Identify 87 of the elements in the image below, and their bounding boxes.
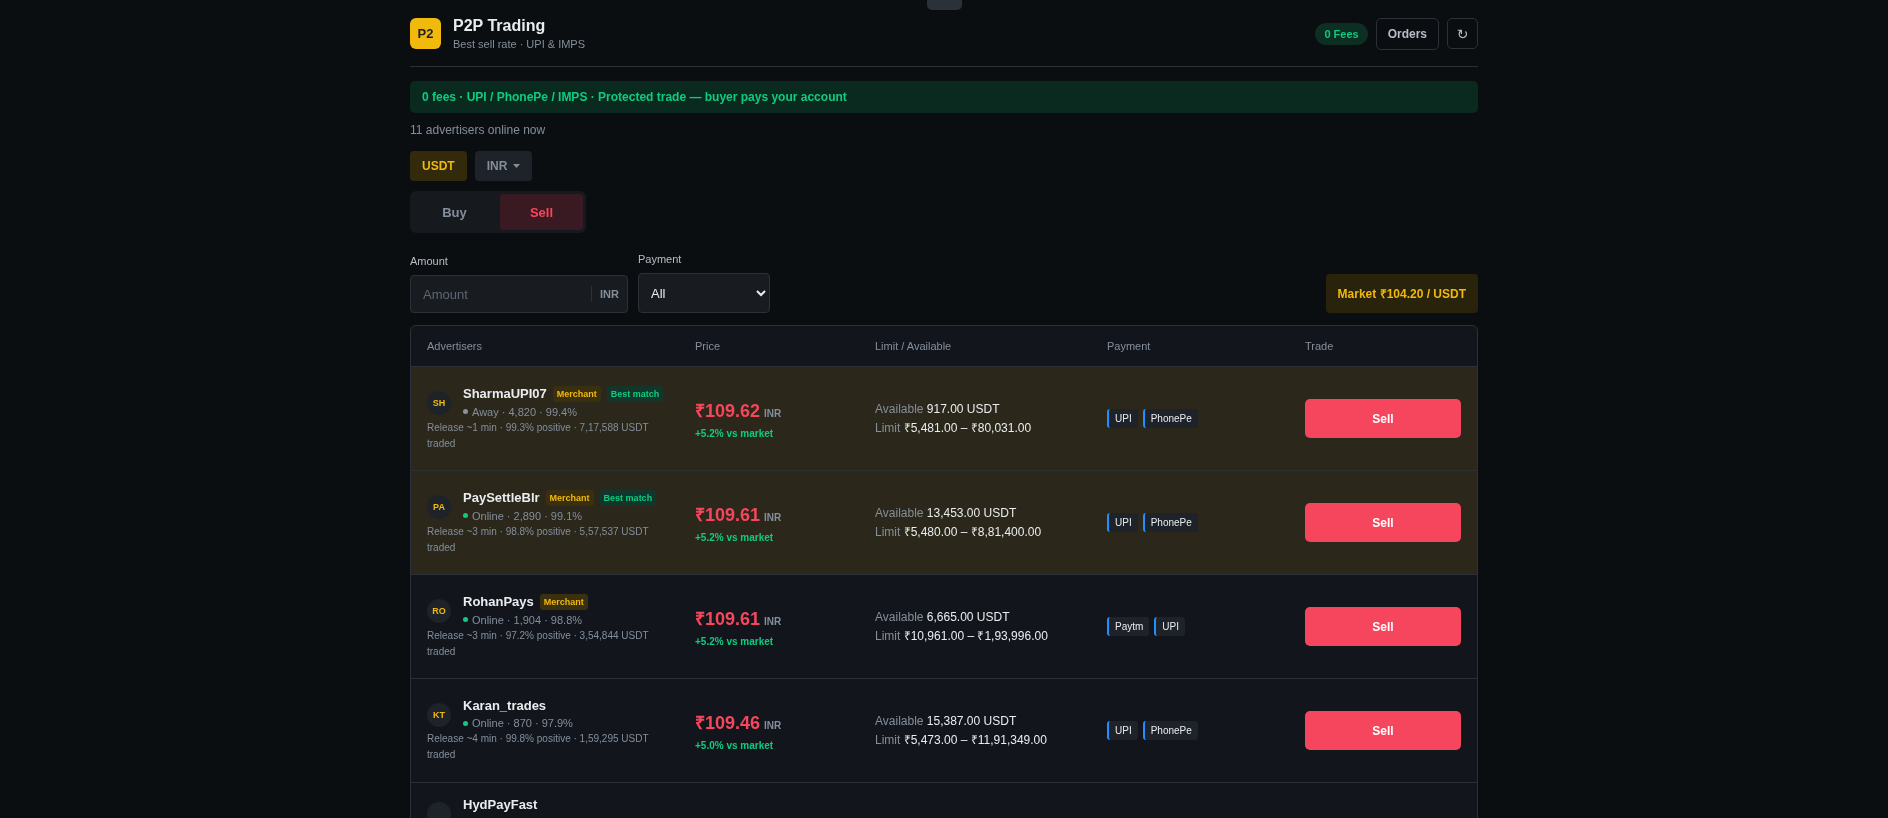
payment-tag: PhonePe — [1142, 513, 1198, 532]
price-unit: INR — [764, 616, 782, 627]
price-unit: INR — [764, 720, 782, 731]
avatar: SH — [427, 390, 451, 415]
info-banner: 0 fees · UPI / PhonePe / IMPS · Protected trade — buyer pays your account — [410, 81, 1478, 113]
available-label: Available — [875, 713, 924, 728]
caret-icon — [513, 164, 521, 168]
available-label: Available — [875, 609, 924, 624]
advertiser-stats: Online · 1,904 · 98.8% — [472, 613, 583, 626]
amount-field[interactable]: Amount INR — [410, 275, 628, 313]
online-count: 11 advertisers online now — [410, 123, 547, 137]
merchant-tag: Merchant — [545, 489, 594, 506]
payment-tag: PhonePe — [1142, 721, 1198, 740]
avatar: PA — [427, 494, 451, 519]
column-header: Limit / Available — [875, 340, 953, 352]
limit-label: Limit — [875, 524, 901, 539]
price-value: ₹109.61 — [695, 504, 761, 526]
limit-range: ₹10,961.00 – ₹1,93,996.00 — [903, 628, 1048, 643]
limit-range: ₹5,473.00 – ₹11,91,349.00 — [903, 732, 1047, 747]
side-tab[interactable]: Sell — [500, 194, 583, 230]
advertiser-name: RohanPays — [463, 594, 534, 609]
avatar: RO — [427, 598, 451, 623]
merchant-tag: Merchant — [539, 593, 588, 610]
unit-label: INR — [591, 286, 627, 302]
column-header: Trade — [1305, 340, 1335, 352]
available-amount: 13,453.00 USDT — [926, 505, 1017, 520]
column-header: Payment — [1107, 340, 1152, 352]
payment-tag: Paytm — [1107, 617, 1150, 636]
vs-market: +5.2% vs market — [695, 636, 775, 647]
available-label: Available — [875, 401, 924, 416]
release-info: Release ~3 min · 98.8% positive · 5,57,537 USDT traded — [427, 524, 650, 555]
payment-tag: UPI — [1107, 513, 1138, 532]
vs-market: +5.2% vs market — [695, 428, 775, 439]
sell-button[interactable]: Sell — [1305, 607, 1461, 646]
fees-badge: 0 Fees — [1315, 22, 1368, 45]
currency-dropdown[interactable]: INR — [474, 151, 533, 181]
best-match-tag: Best match — [606, 385, 664, 402]
available-amount: 6,665.00 USDT — [926, 609, 1010, 624]
column-header: Price — [695, 340, 722, 352]
sell-button[interactable]: Sell — [1305, 711, 1461, 750]
release-info: Release ~3 min · 97.2% positive · 3,54,844 USDT traded — [427, 628, 650, 659]
price-value: ₹109.46 — [695, 712, 761, 734]
available-amount: 917.00 USDT — [926, 401, 1000, 416]
market-price-badge: Market ₹104.20 / USDT — [1325, 274, 1478, 313]
refresh-button[interactable]: ↻ — [1447, 18, 1478, 49]
limit-label: Limit — [875, 628, 901, 643]
payment-tag: UPI — [1107, 721, 1138, 740]
field-label: Payment — [638, 253, 683, 265]
price-value: ₹109.62 — [695, 400, 761, 422]
payment-tag: PhonePe — [1142, 409, 1198, 428]
merchant-tag: Merchant — [552, 385, 601, 402]
asset-chip[interactable]: USDT — [410, 151, 467, 181]
limit-range: ₹5,480.00 – ₹8,81,400.00 — [903, 524, 1042, 539]
column-header: Advertisers — [427, 340, 484, 352]
price-unit: INR — [764, 512, 782, 523]
orders-button[interactable]: Orders — [1375, 17, 1439, 50]
amount-input[interactable]: Amount — [411, 276, 592, 312]
advertiser-stats: Online · 870 · 97.9% — [472, 717, 573, 729]
available-amount: 15,387.00 USDT — [926, 713, 1017, 728]
advertiser-name: PaySettleBlr — [463, 490, 540, 505]
available-label: Available — [875, 505, 924, 520]
avatar: KT — [427, 703, 451, 727]
release-info: Release ~1 min · 99.3% positive · 7,17,588 USDT traded — [427, 420, 650, 451]
sell-button[interactable]: Sell — [1305, 399, 1461, 438]
advertiser-name: HydPayFast — [463, 797, 538, 812]
price-value: ₹109.61 — [695, 608, 761, 630]
limit-label: Limit — [875, 420, 901, 435]
limit-label: Limit — [875, 732, 901, 747]
advertiser-stats: Online · 2,890 · 99.1% — [472, 509, 583, 522]
side-tab[interactable]: Buy — [413, 194, 496, 230]
payment-tag: UPI — [1154, 617, 1185, 636]
advertiser-name: SharmaUPI07 — [463, 386, 547, 401]
price-unit: INR — [764, 408, 782, 419]
vs-market: +5.2% vs market — [695, 532, 775, 543]
payment-tag: UPI — [1107, 409, 1138, 428]
advertiser-stats: Away · 4,820 · 99.4% — [472, 405, 577, 418]
payment-select[interactable]: All — [638, 273, 770, 313]
page-title: P2P Trading — [453, 17, 547, 35]
release-info: Release ~4 min · 99.8% positive · 1,59,295 USDT traded — [427, 732, 650, 762]
best-match-tag: Best match — [599, 489, 657, 506]
vs-market: +5.0% vs market — [695, 740, 775, 751]
limit-range: ₹5,481.00 – ₹80,031.00 — [903, 420, 1032, 435]
advertiser-name: Karan_trades — [463, 698, 547, 713]
sell-button[interactable]: Sell — [1305, 503, 1461, 542]
app-logo: P2 — [410, 18, 441, 49]
field-label: Amount — [410, 255, 449, 267]
page-subtitle: Best sell rate · UPI & IMPS — [453, 38, 586, 50]
